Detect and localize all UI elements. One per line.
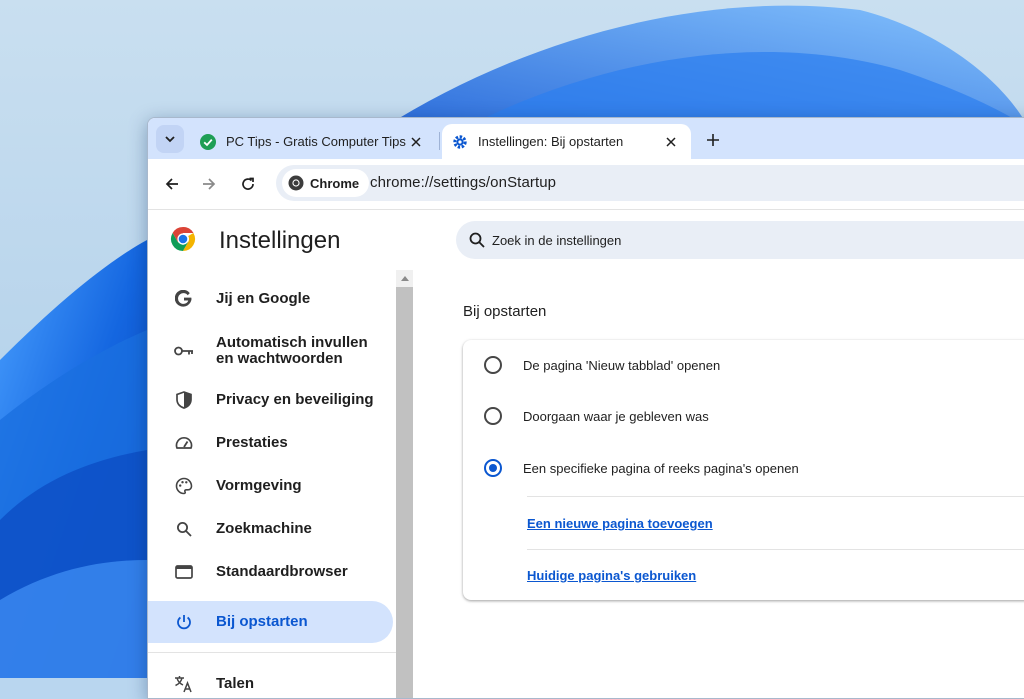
add-page-link[interactable]: Een nieuwe pagina toevoegen [527,516,713,531]
sidebar-item-label: Vormgeving [216,477,302,494]
section-title: Bij opstarten [463,303,547,320]
triangle-up-icon [400,276,409,281]
reload-icon [242,177,254,190]
tab-settings[interactable]: Instellingen: Bij opstarten [442,124,691,159]
radio-label: De pagina 'Nieuw tabblad' openen [523,357,721,373]
chrome-logo-icon [170,227,196,251]
new-tab-button[interactable] [701,128,725,152]
sidebar-item-jij-en-google[interactable]: Jij en Google [148,283,393,315]
back-button[interactable] [160,172,184,196]
translate-icon [174,674,194,694]
green-check-icon [200,133,216,150]
sidebar-item-label: Automatisch invullen en wachtwoorden [216,334,368,367]
radio-label: Doorgaan waar je gebleven was [523,408,709,424]
chevron-down-icon [165,136,175,143]
tab-strip: PC Tips - Gratis Computer Tips. Instelli… [148,118,1024,159]
tab-title: PC Tips - Gratis Computer Tips. [226,134,406,149]
browser-toolbar: Chrome chrome://settings/onStartup [148,159,1024,210]
sidebar-item-bij-opstarten[interactable]: Bij opstarten [148,601,393,643]
chip-label: Chrome [310,175,360,191]
scrollbar-thumb[interactable] [396,287,413,698]
reload-button[interactable] [236,172,260,196]
startup-options-card: De pagina 'Nieuw tabblad' openen Doorgaa… [463,340,1024,600]
search-icon [174,519,194,539]
sidebar-item-label: Zoekmachine [216,520,312,537]
settings-page: Instellingen Zoek in de instellingen Jij… [148,210,1024,698]
plus-icon [707,134,719,146]
sidebar-item-label: Bij opstarten [216,613,308,630]
close-icon[interactable] [661,132,681,152]
sidebar-item-label: Prestaties [216,434,288,451]
sidebar-item-privacy[interactable]: Privacy en beveiliging [148,384,393,416]
radio-button[interactable] [484,356,502,374]
key-icon [174,341,194,361]
arrow-left-icon [165,178,178,190]
search-icon [469,232,485,248]
sidebar-divider [148,652,396,653]
speedometer-icon [174,433,194,453]
radio-option-new-tab[interactable]: De pagina 'Nieuw tabblad' openen [463,340,1024,390]
sidebar-item-autofill[interactable]: Automatisch invullen en wachtwoorden [148,330,393,372]
chrome-chip[interactable]: Chrome [282,169,370,197]
card-divider [527,496,1024,497]
settings-sidebar: Jij en Google Automatisch invullen en wa… [148,270,396,698]
sidebar-scrollbar[interactable] [396,270,413,698]
chrome-logo-icon [288,175,304,191]
url-text: chrome://settings/onStartup [370,174,557,191]
sidebar-item-standaardbrowser[interactable]: Standaardbrowser [148,556,393,588]
card-divider [527,549,1024,550]
browser-window-icon [174,562,194,582]
sidebar-item-zoekmachine[interactable]: Zoekmachine [148,513,393,545]
address-bar[interactable]: Chrome chrome://settings/onStartup [276,165,1024,201]
gear-icon [452,134,468,150]
sidebar-item-label: Jij en Google [216,290,311,307]
tab-separator [439,132,440,150]
radio-button-checked[interactable] [484,459,502,477]
scroll-up-arrow[interactable] [396,270,413,287]
google-g-icon [174,289,194,309]
tab-title: Instellingen: Bij opstarten [478,134,624,149]
shield-icon [174,390,194,410]
forward-button[interactable] [197,172,221,196]
radio-label: Een specifieke pagina of reeks pagina's … [523,460,799,476]
radio-option-continue[interactable]: Doorgaan waar je gebleven was [463,391,1024,441]
sidebar-item-label: Privacy en beveiliging [216,391,374,408]
sidebar-item-talen[interactable]: Talen [148,668,393,698]
sidebar-item-label: Talen [216,675,255,692]
palette-icon [174,476,194,496]
radio-button[interactable] [484,407,502,425]
settings-search-input[interactable]: Zoek in de instellingen [456,221,1024,259]
close-icon[interactable] [406,132,426,152]
sidebar-item-prestaties[interactable]: Prestaties [148,427,393,459]
radio-option-specific-pages[interactable]: Een specifieke pagina of reeks pagina's … [463,443,1024,493]
tab-pc-tips[interactable]: PC Tips - Gratis Computer Tips. [190,124,436,159]
search-placeholder: Zoek in de instellingen [492,232,622,248]
page-title: Instellingen [219,227,341,254]
power-icon [174,612,194,632]
arrow-right-icon [203,178,216,190]
sidebar-item-vormgeving[interactable]: Vormgeving [148,470,393,502]
sidebar-item-label: Standaardbrowser [216,563,348,580]
use-current-pages-link[interactable]: Huidige pagina's gebruiken [527,568,696,583]
browser-window: PC Tips - Gratis Computer Tips. Instelli… [147,117,1024,699]
tab-search-button[interactable] [156,125,184,153]
